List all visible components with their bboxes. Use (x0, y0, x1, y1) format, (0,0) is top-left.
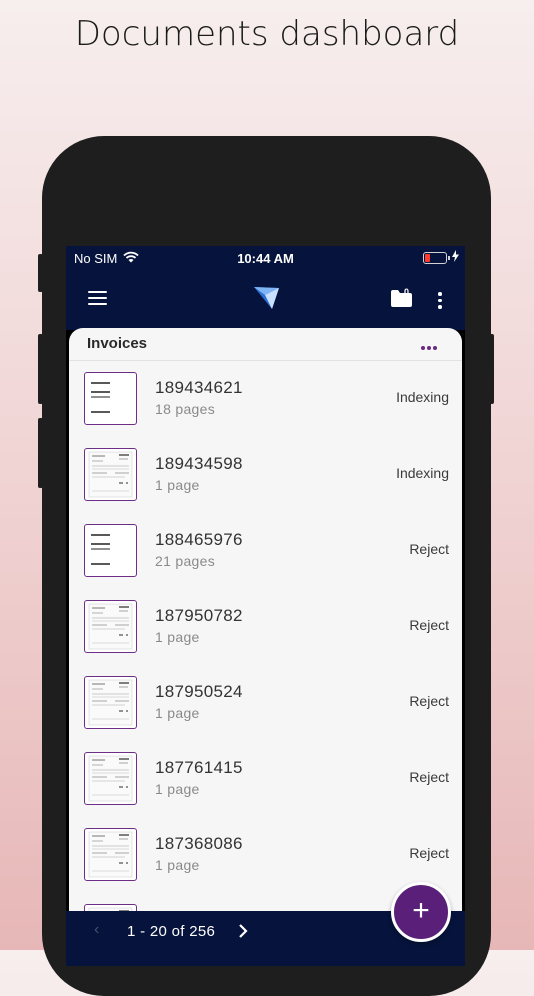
charging-icon (452, 250, 459, 265)
document-status: Reject (409, 845, 449, 861)
document-status: Reject (409, 617, 449, 633)
page-count: 1 page (155, 781, 200, 797)
previous-page-icon[interactable]: ‹ (94, 921, 99, 939)
document-row[interactable]: 187950524 1 page Reject (69, 665, 462, 741)
document-id: 187368086 (155, 834, 243, 853)
more-options-icon[interactable] (438, 292, 442, 312)
document-thumbnail (84, 676, 137, 729)
power-button (489, 334, 494, 404)
volume-up-button (38, 334, 43, 404)
page-count: 1 page (155, 629, 200, 645)
document-row[interactable]: 189434621 18 pages Indexing (69, 361, 462, 437)
phone-screen: No SIM 10:44 AM 0 Invoices 189434621 18 … (66, 246, 465, 966)
document-id: 189434621 (155, 378, 243, 397)
folder-count-badge: 0 (404, 287, 410, 297)
mute-switch (38, 254, 43, 292)
document-row[interactable]: 187368086 1 page Reject (69, 817, 462, 893)
document-thumbnail (84, 600, 137, 653)
battery-icon (423, 252, 450, 264)
page-headline: Documents dashboard (74, 14, 460, 54)
app-bar: 0 (66, 272, 465, 330)
document-row[interactable]: 187761415 1 page Reject (69, 741, 462, 817)
document-id: 189434598 (155, 454, 243, 473)
document-id: 187761415 (155, 758, 243, 777)
page-count: 21 pages (155, 553, 216, 569)
volume-down-button (38, 418, 43, 488)
clock: 10:44 AM (237, 251, 294, 266)
document-id: 188465976 (155, 530, 243, 549)
page-count: 1 page (155, 857, 200, 873)
document-thumbnail (84, 372, 137, 425)
document-thumbnail (84, 828, 137, 881)
card-menu-icon[interactable] (421, 337, 439, 355)
card-title: Invoices (87, 335, 148, 352)
invoices-card: Invoices 189434621 18 pages Indexing 189434… (69, 328, 462, 966)
page-range: 1 - 20 of 256 (127, 923, 216, 940)
page-count: 18 pages (155, 401, 216, 417)
page-count: 1 page (155, 705, 200, 721)
document-row[interactable]: 188465976 21 pages Reject (69, 513, 462, 589)
document-thumbnail (84, 524, 137, 577)
add-document-button[interactable]: + (391, 882, 451, 942)
next-page-icon[interactable] (238, 923, 248, 944)
app-logo (252, 284, 280, 315)
document-row[interactable]: 187950782 1 page Reject (69, 589, 462, 665)
document-status: Indexing (396, 465, 449, 481)
menu-icon[interactable] (88, 291, 107, 306)
document-thumbnail (84, 752, 137, 805)
document-status: Reject (409, 769, 449, 785)
document-row[interactable]: 189434598 1 page Indexing (69, 437, 462, 513)
document-status: Reject (409, 693, 449, 709)
page-count: 1 page (155, 477, 200, 493)
card-header: Invoices (69, 328, 462, 361)
document-status: Reject (409, 541, 449, 557)
document-id: 187950782 (155, 606, 243, 625)
document-thumbnail (84, 448, 137, 501)
document-status: Indexing (396, 389, 449, 405)
document-id: 187950524 (155, 682, 243, 701)
status-bar: No SIM 10:44 AM (66, 246, 465, 272)
